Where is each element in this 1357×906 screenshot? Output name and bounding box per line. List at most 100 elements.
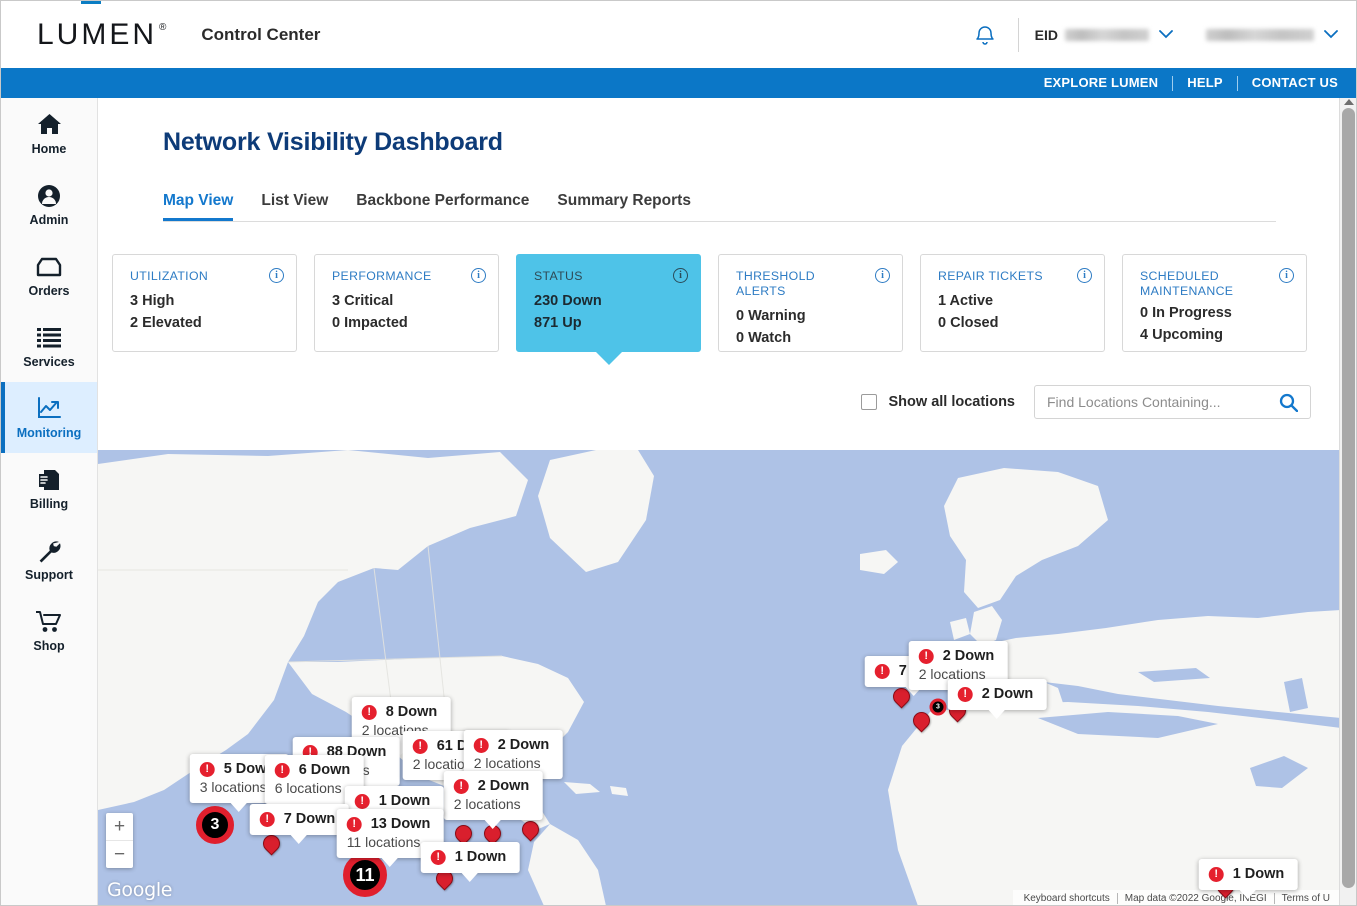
user-circle-icon [37, 183, 61, 209]
locations-map[interactable]: + − Google Keyboard shortcuts Map data ©… [98, 450, 1341, 905]
bubble-down-count: 8 Down [385, 704, 438, 720]
info-icon[interactable]: i [471, 268, 486, 283]
map-location-pin[interactable] [432, 866, 457, 895]
tab-backbone-performance[interactable]: Backbone Performance [356, 192, 529, 221]
bubble-location-count: 6 locations [274, 780, 342, 796]
alert-warning-icon: ! [361, 704, 377, 720]
kpi-title: THRESHOLD ALERTS [736, 269, 815, 298]
show-all-locations-checkbox[interactable]: Show all locations [860, 394, 1015, 410]
search-input[interactable] [1035, 387, 1279, 417]
map-location-pin[interactable] [518, 817, 543, 846]
sidebar-item-billing[interactable]: Billing [1, 453, 97, 524]
chevron-down-icon[interactable] [1324, 27, 1338, 42]
kpi-value-2: 2 Elevated [130, 315, 202, 331]
page-vertical-scrollbar[interactable] [1339, 98, 1356, 905]
nav-explore-lumen[interactable]: EXPLORE LUMEN [1030, 68, 1173, 98]
lumen-logo[interactable]: LUMEN ® [37, 1, 167, 50]
notification-bell-icon[interactable] [968, 18, 1002, 52]
control-center-app: LUMEN ® Control Center EID EXPLORE LUMEN… [0, 0, 1357, 906]
scrollbar-thumb[interactable] [1342, 108, 1355, 888]
info-icon[interactable]: i [1279, 268, 1294, 283]
cluster-count: 3 [936, 703, 940, 711]
sidebar-item-monitoring[interactable]: Monitoring [1, 382, 97, 453]
bubble-location-count: 11 locations [346, 834, 421, 850]
sidebar-item-services[interactable]: Services [1, 311, 97, 382]
bubble-down-count: 2 Down [942, 648, 995, 664]
map-cluster-marker[interactable]: 3 [929, 698, 947, 716]
map-zoom-in-button[interactable]: + [106, 813, 133, 840]
map-info-bubble[interactable]: ! 7 Down [249, 804, 349, 844]
nav-contact-us[interactable]: CONTACT US [1238, 68, 1356, 98]
chevron-down-icon[interactable] [1159, 27, 1173, 42]
cluster-count: 3 [210, 816, 220, 833]
alert-warning-icon: ! [1208, 866, 1224, 882]
main-content: Network Visibility Dashboard Map View Li… [98, 98, 1341, 905]
kpi-card-threshold-alerts[interactable]: THRESHOLD ALERTS i 0 Warning 0 Watch [718, 254, 903, 352]
info-icon[interactable]: i [1077, 268, 1092, 283]
map-zoom-controls[interactable]: + − [106, 813, 133, 868]
info-icon[interactable]: i [673, 268, 688, 283]
sidebar-item-shop[interactable]: Shop [1, 595, 97, 666]
account-selector[interactable] [1199, 27, 1338, 42]
map-info-bubble[interactable]: ! 1 Down [420, 842, 520, 882]
registered-mark: ® [159, 21, 167, 33]
kpi-value-1: 3 High [130, 293, 175, 309]
nav-help[interactable]: HELP [1173, 68, 1236, 98]
scroll-up-arrow-icon[interactable] [1344, 99, 1354, 105]
app-title: Control Center [201, 24, 321, 44]
sidebar-item-home[interactable]: Home [1, 98, 97, 169]
keyboard-shortcuts-link[interactable]: Keyboard shortcuts [1017, 893, 1117, 904]
alert-warning-icon: ! [412, 738, 428, 754]
kpi-value-2: 4 Upcoming [1140, 327, 1223, 343]
alert-warning-icon: ! [453, 778, 469, 794]
alert-warning-icon: ! [473, 737, 489, 753]
top-header: LUMEN ® Control Center EID [1, 1, 1356, 68]
kpi-card-row: UTILIZATION i 3 High 2 Elevated PERFORMA… [112, 254, 1341, 365]
terms-of-use-link[interactable]: Terms of U [1275, 893, 1337, 904]
map-info-bubble[interactable]: ! 1 Down [1198, 859, 1298, 899]
kpi-card-repair-tickets[interactable]: REPAIR TICKETS i 1 Active 0 Closed [920, 254, 1105, 352]
kpi-card-performance[interactable]: PERFORMANCE i 3 Critical 0 Impacted [314, 254, 499, 352]
bubble-down-count: 1 Down [454, 849, 507, 865]
bubble-down-count: 1 Down [378, 793, 431, 809]
map-info-bubble[interactable]: ! 2 Down [947, 679, 1047, 719]
eid-selector[interactable]: EID [1035, 27, 1173, 43]
utility-nav-bar: EXPLORE LUMEN HELP CONTACT US [1, 68, 1356, 98]
checkbox-box[interactable] [860, 394, 877, 410]
kpi-card-scheduled-maintenance[interactable]: SCHEDULED MAINTENANCE i 0 In Progress 4 … [1122, 254, 1307, 352]
page-header: Network Visibility Dashboard [98, 98, 1341, 157]
map-cluster-marker[interactable]: 3 [196, 806, 234, 844]
kpi-value-2: 871 Up [534, 315, 582, 331]
sidebar-item-orders[interactable]: Orders [1, 240, 97, 311]
kpi-value-1: 3 Critical [332, 293, 394, 309]
tab-list-view[interactable]: List View [261, 192, 328, 221]
alert-warning-icon: ! [346, 816, 362, 832]
sidebar-label-billing: Billing [29, 496, 69, 511]
sidebar-label-home: Home [31, 141, 67, 156]
tab-map-view[interactable]: Map View [163, 192, 234, 221]
map-location-pin[interactable] [259, 831, 284, 860]
map-info-bubble[interactable]: ! 2 Down 2 locations [443, 771, 543, 829]
sidebar-item-admin[interactable]: Admin [1, 169, 97, 240]
header-right-cluster: EID [968, 1, 1338, 68]
map-location-pin[interactable] [909, 708, 934, 737]
kpi-card-status[interactable]: STATUS i 230 Down 871 Up [516, 254, 701, 365]
kpi-title: REPAIR TICKETS [938, 269, 1043, 283]
alert-warning-icon: ! [957, 686, 973, 702]
kpi-value-1: 0 Warning [736, 308, 806, 324]
chart-trend-icon [37, 396, 62, 422]
sidebar-label-monitoring: Monitoring [16, 425, 82, 440]
bubble-down-count: 2 Down [477, 778, 530, 794]
tab-summary-reports[interactable]: Summary Reports [557, 192, 691, 221]
kpi-title: STATUS [534, 269, 583, 283]
bubble-location-count: 2 locations [453, 796, 521, 812]
search-icon[interactable] [1279, 393, 1310, 412]
location-search[interactable] [1034, 385, 1311, 419]
map-zoom-out-button[interactable]: − [106, 841, 133, 868]
kpi-card-utilization[interactable]: UTILIZATION i 3 High 2 Elevated [112, 254, 297, 352]
info-icon[interactable]: i [269, 268, 284, 283]
info-icon[interactable]: i [875, 268, 890, 283]
invoice-dollar-icon [37, 467, 61, 493]
bubble-location-count: 2 locations [473, 755, 541, 771]
sidebar-item-support[interactable]: Support [1, 524, 97, 595]
